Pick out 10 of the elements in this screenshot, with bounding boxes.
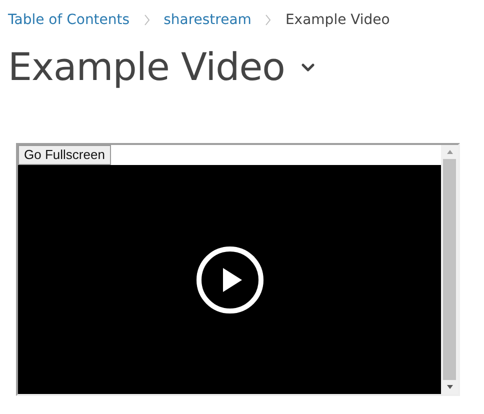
breadcrumb-link[interactable]: sharestream (164, 10, 252, 30)
chevron-down-icon[interactable] (300, 62, 315, 72)
breadcrumb-link[interactable]: Table of Contents (8, 10, 130, 30)
fullscreen-button[interactable]: Go Fullscreen (18, 145, 111, 165)
current-page-label: Example Video (285, 10, 390, 30)
chevron-right-icon (265, 14, 272, 26)
chevron-right-icon (144, 14, 150, 26)
play-icon[interactable] (196, 246, 264, 314)
page-title: Example Video (8, 48, 285, 86)
scrollbar[interactable] (441, 145, 458, 394)
